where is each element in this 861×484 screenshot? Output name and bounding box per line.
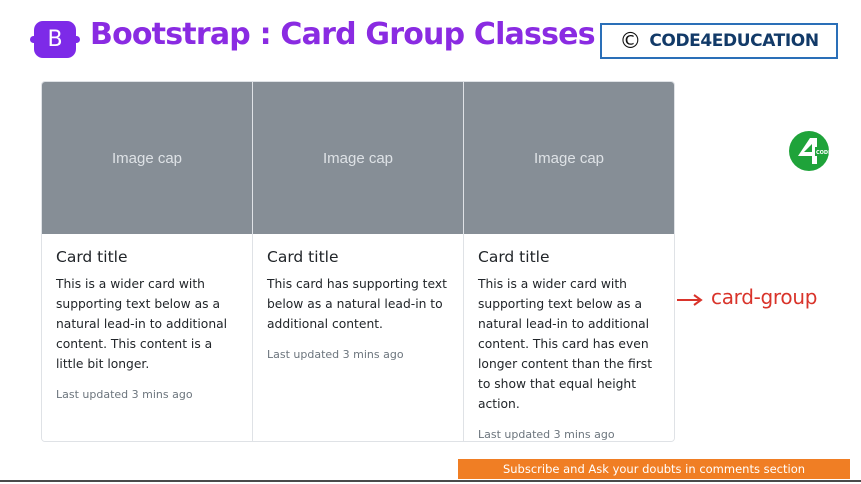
card-footer-text: Last updated 3 mins ago <box>478 428 615 441</box>
image-cap: Image cap <box>464 82 674 234</box>
card-title: Card title <box>267 248 339 266</box>
card-text: This card has supporting text below as a… <box>267 277 447 331</box>
card-body: Card title This card has supporting text… <box>253 234 463 361</box>
card-body: Card title This is a wider card with sup… <box>42 234 252 401</box>
copyright-icon: © <box>619 28 642 54</box>
image-cap: Image cap <box>253 82 463 234</box>
brand-name: CODE4EDUCATION <box>649 31 819 51</box>
divider <box>0 480 861 482</box>
arrow-right-icon <box>677 294 703 306</box>
card-group-annotation: card-group <box>711 285 818 309</box>
page-title: Bootstrap : Card Group Classes <box>90 17 596 52</box>
card-footer-text: Last updated 3 mins ago <box>267 348 404 361</box>
subscribe-banner: Subscribe and Ask your doubts in comment… <box>458 459 850 479</box>
card: Image cap Card title This card has suppo… <box>253 82 464 441</box>
card-title: Card title <box>478 248 550 266</box>
card-text: This is a wider card with supporting tex… <box>56 277 228 371</box>
image-cap: Image cap <box>42 82 252 234</box>
card-body: Card title This is a wider card with sup… <box>464 234 674 441</box>
card: Image cap Card title This is a wider car… <box>42 82 253 441</box>
card: Image cap Card title This is a wider car… <box>464 82 674 441</box>
card-group: Image cap Card title This is a wider car… <box>41 81 675 442</box>
card-text: This is a wider card with supporting tex… <box>478 277 653 411</box>
card-footer-text: Last updated 3 mins ago <box>56 388 193 401</box>
svg-text:CODE: CODE <box>816 150 830 156</box>
card-title: Card title <box>56 248 128 266</box>
code4education-logo-icon: CODE <box>789 131 830 171</box>
bootstrap-logo-icon: B <box>30 21 80 58</box>
brand-badge: © CODE4EDUCATION <box>600 23 838 59</box>
